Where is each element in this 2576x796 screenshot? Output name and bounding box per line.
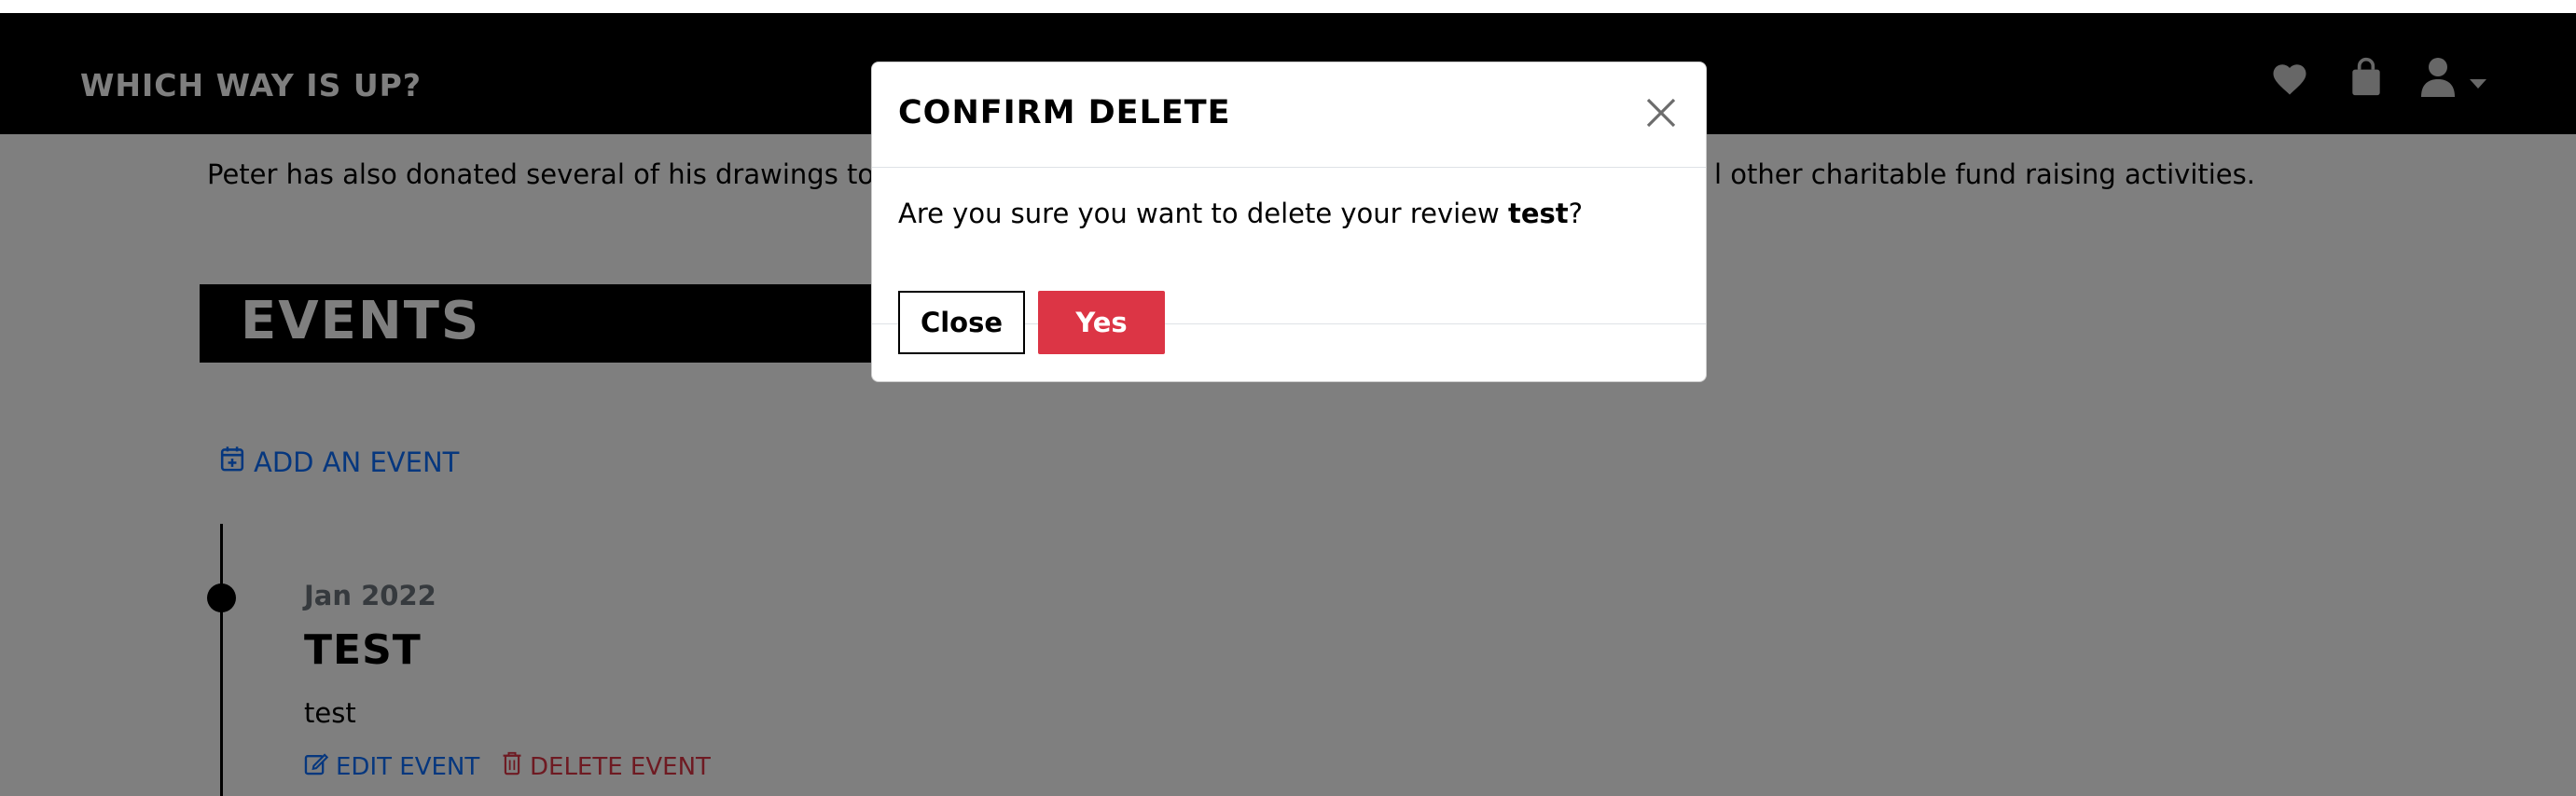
- modal-title: CONFIRM DELETE: [898, 94, 1231, 131]
- yes-button[interactable]: Yes: [1038, 291, 1165, 354]
- modal-message-prefix: Are you sure you want to delete your rev…: [898, 198, 1508, 229]
- top-strip: [0, 0, 2576, 13]
- modal-message-suffix: ?: [1568, 198, 1584, 229]
- close-button[interactable]: Close: [898, 291, 1025, 354]
- page: WHICH WAY IS UP? Peter has also donated: [0, 0, 2576, 796]
- modal-message-item: test: [1507, 198, 1569, 229]
- modal-message: Are you sure you want to delete your rev…: [898, 198, 1583, 229]
- confirm-delete-modal: CONFIRM DELETE Are you sure you want to …: [871, 62, 1707, 382]
- close-icon[interactable]: [1642, 94, 1680, 131]
